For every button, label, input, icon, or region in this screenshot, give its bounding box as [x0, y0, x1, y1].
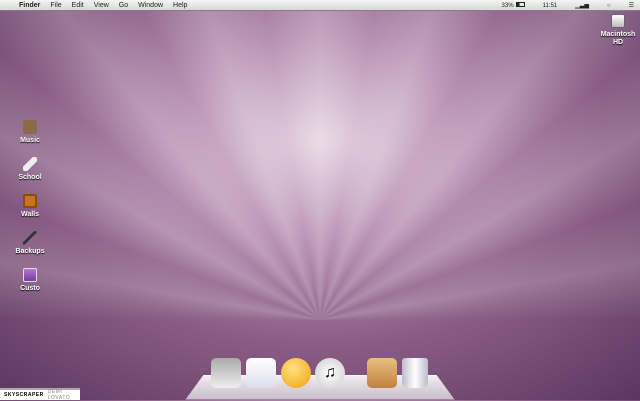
wand-icon — [23, 231, 37, 245]
desktop-icon-backups[interactable]: Backups — [10, 231, 50, 256]
wifi-icon[interactable]: ▁▃▅ — [575, 2, 589, 9]
icon-label: Custo — [20, 285, 40, 292]
icon-label: Walls — [20, 211, 40, 218]
dock-orb-icon[interactable] — [281, 358, 311, 388]
battery-status[interactable]: 33% — [492, 2, 525, 9]
notification-center-icon[interactable]: ☰ — [629, 2, 634, 9]
desktop-icon-macintosh-hd[interactable]: Macintosh HD — [598, 14, 638, 47]
now-playing: SKYSCRAPER DEMI LOVATO — [0, 388, 80, 401]
desktop-icon-custo[interactable]: Custo — [10, 268, 50, 293]
dock-trash-icon[interactable] — [402, 358, 428, 388]
icon-label: Macintosh HD — [600, 31, 636, 46]
menu-file[interactable]: File — [50, 2, 61, 9]
hard-drive-icon — [611, 14, 625, 28]
menu-edit[interactable]: Edit — [72, 2, 84, 9]
spotlight-icon[interactable]: ○ — [607, 3, 611, 9]
icon-label: Music — [20, 137, 40, 144]
song-artist: DEMI LOVATO — [47, 389, 71, 401]
dock-mail-icon[interactable] — [246, 358, 276, 388]
speaker-icon — [23, 120, 37, 134]
menu-go[interactable]: Go — [119, 2, 128, 9]
desktop-icon-school[interactable]: School — [10, 157, 50, 182]
desktop-icon-music[interactable]: Music — [10, 120, 50, 145]
clock[interactable]: 11:51 — [543, 3, 558, 9]
song-title: SKYSCRAPER — [4, 392, 44, 398]
menu-help[interactable]: Help — [173, 2, 187, 9]
icon-label: School — [18, 174, 42, 181]
picture-icon — [23, 194, 37, 208]
wallpaper — [0, 0, 640, 400]
battery-percent: 33% — [501, 2, 514, 9]
desktop-icon-walls[interactable]: Walls — [10, 194, 50, 219]
monitor-icon — [23, 268, 37, 282]
menu-window[interactable]: Window — [138, 2, 163, 9]
dock-downloads-icon[interactable] — [367, 358, 397, 388]
dock-itunes-icon[interactable]: ♫ — [315, 358, 345, 388]
rocket-icon — [23, 157, 37, 171]
icon-label: Backups — [15, 248, 45, 255]
menu-finder[interactable]: Finder — [19, 2, 40, 9]
menu-bar: Finder File Edit View Go Window Help 33%… — [0, 0, 640, 11]
dock-finder-icon[interactable] — [211, 358, 241, 388]
battery-icon — [515, 2, 525, 8]
menu-view[interactable]: View — [94, 2, 109, 9]
